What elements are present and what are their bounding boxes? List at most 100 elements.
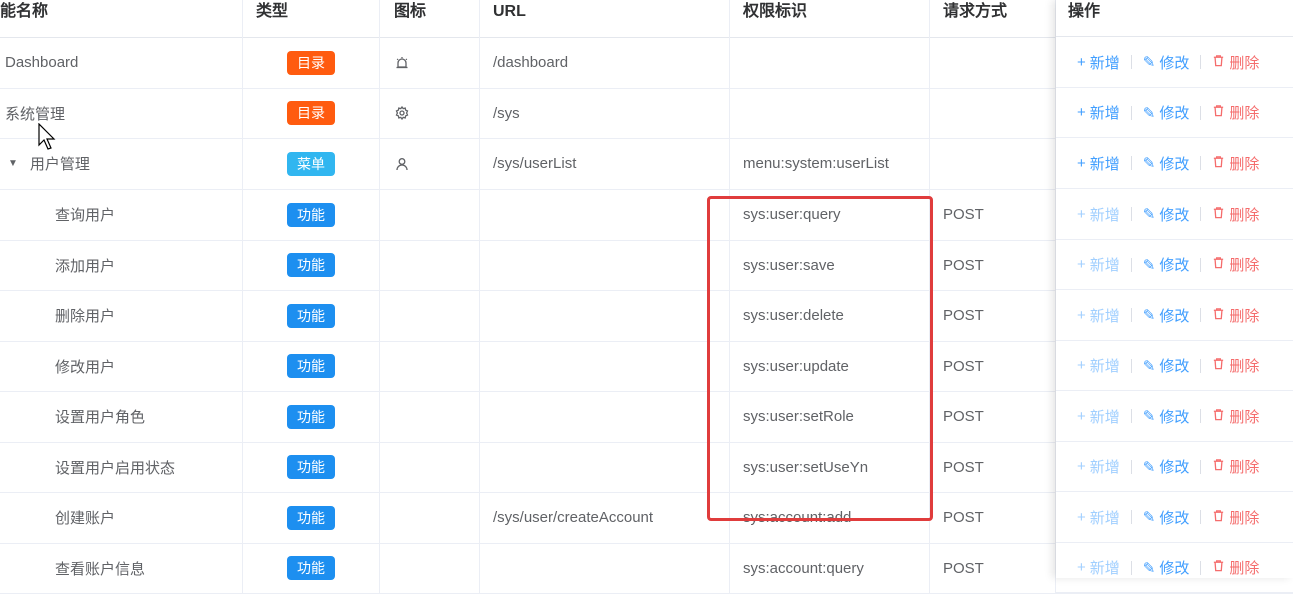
delete-button[interactable]: 删除 xyxy=(1212,456,1259,477)
pencil-icon: ✎ xyxy=(1142,458,1156,476)
delete-button[interactable]: 删除 xyxy=(1212,305,1259,326)
type-tag: 功能 xyxy=(287,505,335,530)
cell-type: 目录 xyxy=(243,37,380,88)
delete-button[interactable]: 删除 xyxy=(1212,254,1259,275)
row-operations: + 新增 ✎ 修改 删除 xyxy=(1056,341,1293,391)
type-tag: 功能 xyxy=(287,556,335,580)
edit-button[interactable]: ✎ 修改 xyxy=(1143,557,1190,578)
delete-button[interactable]: 删除 xyxy=(1212,102,1259,123)
add-button[interactable]: + 新增 xyxy=(1077,355,1120,376)
cell-type: 菜单 xyxy=(243,138,380,189)
gear-icon xyxy=(395,106,409,120)
add-label: 新增 xyxy=(1089,307,1120,325)
cell-type: 功能 xyxy=(243,290,380,341)
type-tag: 功能 xyxy=(287,455,335,479)
add-button[interactable]: + 新增 xyxy=(1077,102,1120,123)
pencil-icon: ✎ xyxy=(1142,509,1156,526)
delete-button[interactable]: 删除 xyxy=(1212,507,1259,528)
add-button[interactable]: + 新增 xyxy=(1077,305,1120,326)
cell-type: 功能 xyxy=(243,341,380,391)
row-name: Dashboard xyxy=(5,54,79,71)
add-button[interactable]: + 新增 xyxy=(1077,406,1120,427)
type-tag: 目录 xyxy=(287,101,335,125)
delete-label: 删除 xyxy=(1229,155,1260,173)
cell-type: 功能 xyxy=(243,240,380,290)
add-button[interactable]: + 新增 xyxy=(1077,52,1120,73)
delete-label: 删除 xyxy=(1229,408,1260,426)
cell-permission: menu:system:userList xyxy=(730,138,930,189)
cell-name: 创建账户 xyxy=(0,492,243,543)
cell-url xyxy=(480,391,730,442)
delete-button[interactable]: 删除 xyxy=(1212,557,1259,578)
edit-button[interactable]: ✎ 修改 xyxy=(1143,456,1190,477)
plus-icon: + xyxy=(1077,508,1086,526)
add-button[interactable]: + 新增 xyxy=(1077,557,1120,578)
plus-icon: + xyxy=(1077,53,1086,71)
pencil-icon: ✎ xyxy=(1142,155,1156,172)
cell-method xyxy=(930,37,1056,88)
cell-type: 目录 xyxy=(243,88,380,138)
edit-button[interactable]: ✎ 修改 xyxy=(1143,254,1190,275)
add-button[interactable]: + 新增 xyxy=(1077,254,1120,275)
cell-method: POST xyxy=(930,341,1056,391)
cell-method xyxy=(930,138,1056,189)
cell-method: POST xyxy=(930,189,1056,240)
pencil-icon: ✎ xyxy=(1142,104,1156,122)
delete-button[interactable]: 删除 xyxy=(1212,52,1259,73)
edit-button[interactable]: ✎ 修改 xyxy=(1143,507,1190,528)
add-button[interactable]: + 新增 xyxy=(1077,153,1120,174)
cell-url xyxy=(480,240,730,290)
cell-url xyxy=(480,290,730,341)
trash-icon xyxy=(1212,54,1225,71)
trash-icon xyxy=(1212,104,1225,121)
divider xyxy=(1200,257,1202,272)
divider xyxy=(1200,409,1202,423)
cell-permission xyxy=(730,88,930,138)
cell-url: /sys/userList xyxy=(480,138,730,189)
edit-button[interactable]: ✎ 修改 xyxy=(1143,406,1190,427)
cell-name: 设置用户角色 xyxy=(0,391,243,442)
edit-button[interactable]: ✎ 修改 xyxy=(1143,204,1190,225)
add-label: 新增 xyxy=(1089,54,1120,72)
add-button[interactable]: + 新增 xyxy=(1077,204,1120,225)
cell-url xyxy=(480,442,730,492)
trash-icon xyxy=(1212,559,1225,576)
delete-button[interactable]: 删除 xyxy=(1212,153,1259,174)
add-button[interactable]: + 新增 xyxy=(1077,507,1120,528)
cell-url xyxy=(480,189,730,240)
delete-label: 删除 xyxy=(1229,459,1260,476)
delete-button[interactable]: 删除 xyxy=(1212,406,1259,427)
divider xyxy=(1200,105,1202,120)
cell-type: 功能 xyxy=(243,391,380,442)
trash-icon xyxy=(1212,307,1225,324)
header-operations: 操作 xyxy=(1056,0,1293,37)
divider xyxy=(1130,105,1132,120)
cell-url: /dashboard xyxy=(480,37,730,88)
edit-button[interactable]: ✎ 修改 xyxy=(1143,153,1190,174)
edit-label: 修改 xyxy=(1159,155,1190,173)
edit-button[interactable]: ✎ 修改 xyxy=(1143,102,1190,123)
cell-icon xyxy=(380,492,480,543)
row-name: 系统管理 xyxy=(5,105,66,123)
edit-label: 修改 xyxy=(1159,105,1190,122)
edit-button[interactable]: ✎ 修改 xyxy=(1143,305,1190,326)
expand-arrow-icon[interactable]: ▼ xyxy=(8,158,18,169)
add-label: 新增 xyxy=(1089,509,1120,527)
delete-button[interactable]: 删除 xyxy=(1212,355,1259,376)
divider xyxy=(1130,358,1132,373)
edit-button[interactable]: ✎ 修改 xyxy=(1143,52,1190,73)
add-label: 新增 xyxy=(1089,358,1120,375)
cell-method: POST xyxy=(930,442,1056,492)
divider xyxy=(1130,409,1132,423)
delete-button[interactable]: 删除 xyxy=(1212,204,1259,225)
edit-button[interactable]: ✎ 修改 xyxy=(1143,355,1190,376)
row-name: 设置用户启用状态 xyxy=(55,459,176,477)
user-icon xyxy=(395,157,409,171)
add-button[interactable]: + 新增 xyxy=(1077,456,1120,477)
trash-icon xyxy=(1212,357,1225,374)
row-name: 删除用户 xyxy=(55,308,116,325)
cell-url xyxy=(480,341,730,391)
divider xyxy=(1200,510,1202,524)
delete-label: 删除 xyxy=(1229,206,1260,224)
type-tag: 功能 xyxy=(287,354,335,378)
